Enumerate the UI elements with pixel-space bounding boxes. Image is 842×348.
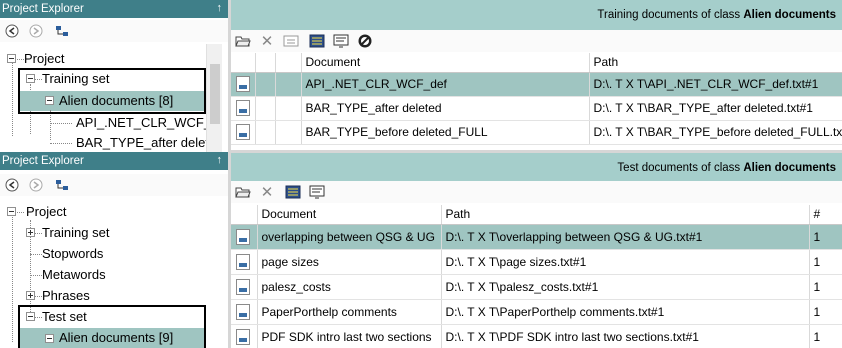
explorer-tree: Project Training set Alien documents [8]… [0,44,220,152]
document-icon [236,278,250,295]
document-path: D:\. T X T\page sizes.txt#1 [441,249,810,275]
delete-icon[interactable]: ✕ [259,33,275,50]
open-folder-icon[interactable] [235,33,251,49]
explorer-titlebar: Project Explorer ↑ [0,0,228,18]
explorer-titlebar: Project Explorer ↑ [0,152,228,170]
table-row[interactable]: PDF SDK intro last two sections D:\. T X… [231,324,842,348]
highlight-frame [18,68,206,114]
monitor-icon[interactable] [309,184,325,200]
document-name: overlapping between QSG & UG [257,224,442,250]
back-icon[interactable] [4,177,20,193]
document-count: 1 [809,324,842,348]
document-path: D:\. T X T\BAR_TYPE_before deleted_FULL.… [589,120,842,145]
grid-view-icon[interactable] [309,33,325,49]
documents-toolbar: ✕ [231,181,842,203]
document-name: PaperPorthelp comments [257,299,442,325]
column-header-document[interactable]: Document [257,205,442,225]
document-name: BAR_TYPE_after deleted [301,96,590,121]
test-documents-table: Document Path # overlapping between QSG … [231,205,842,348]
document-icon [236,303,250,320]
forward-icon[interactable] [28,177,44,193]
scrollbar-thumb[interactable] [210,64,220,124]
document-path: D:\. T X T\BAR_TYPE_after deleted.txt#1 [589,96,842,121]
class-name: Alien documents [743,162,836,174]
document-count: 1 [809,274,842,300]
explorer-title: Project Explorer [2,3,84,15]
pin-icon[interactable]: ↑ [217,0,223,17]
column-header-path[interactable]: Path [441,205,810,225]
documents-toolbar: ✕ [231,30,842,52]
disable-icon[interactable] [357,33,373,49]
document-path: D:\. T X T\PDF SDK intro last two sectio… [441,324,810,348]
panel-banner: Training documents of class Alien docume… [231,0,842,30]
tree-item-project[interactable]: Project [26,202,66,222]
explorer-title: Project Explorer [2,155,84,167]
panel-banner: Test documents of class Alien documents [231,153,842,183]
delete-icon[interactable]: ✕ [259,184,275,201]
document-path: D:\. T X T\PaperPorthelp comments.txt#1 [441,299,810,325]
document-path: D:\. T X T\overlapping between QSG & UG.… [441,224,810,250]
sync-tree-icon[interactable] [54,23,70,39]
table-row[interactable]: page sizes D:\. T X T\page sizes.txt#1 1 [231,249,842,275]
explorer-toolbar [0,20,228,42]
document-name: page sizes [257,249,442,275]
back-icon[interactable] [4,23,20,39]
top-project-explorer: Project Explorer ↑ Project Training set … [0,0,228,152]
column-header-path[interactable]: Path [589,53,842,73]
training-documents-panel: Training documents of class Alien docume… [231,0,842,152]
import-icon[interactable] [283,33,299,49]
column-header-document[interactable]: Document [301,53,590,73]
document-icon [236,328,250,345]
column-header-count[interactable]: # [809,205,842,225]
open-folder-icon[interactable] [235,184,251,200]
document-icon [236,253,250,270]
table-row[interactable]: BAR_TYPE_before deleted_FULL D:\. T X T\… [231,120,842,145]
pin-icon[interactable]: ↑ [217,152,223,169]
document-icon [236,100,250,116]
tree-item-project[interactable]: Project [24,49,64,69]
document-count: 1 [809,224,842,250]
tree-item-document[interactable]: API_.NET_CLR_WCF_ [76,113,211,133]
tree-item-phrases[interactable]: Phrases [42,286,90,306]
explorer-toolbar [0,174,228,196]
document-path: D:\. T X T\API_.NET_CLR_WCF_def.txt#1 [589,72,842,97]
bottom-project-explorer: Project Explorer ↑ Project Training set … [0,152,228,348]
table-row[interactable]: API_.NET_CLR_WCF_def D:\. T X T\API_.NET… [231,72,842,97]
document-name: API_.NET_CLR_WCF_def [301,72,590,97]
table-row[interactable]: BAR_TYPE_after deleted D:\. T X T\BAR_TY… [231,96,842,121]
monitor-icon[interactable] [333,33,349,49]
table-row[interactable]: palesz_costs D:\. T X T\palesz_costs.txt… [231,274,842,300]
tree-item-metawords[interactable]: Metawords [42,265,106,285]
document-icon [236,124,250,140]
class-name: Alien documents [743,9,836,21]
document-icon [236,76,250,92]
explorer-tree: Project Training set Stopwords Metawords… [0,200,228,348]
document-count: 1 [809,299,842,325]
tree-scrollbar[interactable] [206,44,222,152]
document-count: 1 [809,249,842,275]
test-documents-panel: Test documents of class Alien documents … [231,153,842,348]
tree-item-stopwords[interactable]: Stopwords [42,244,103,264]
document-name: palesz_costs [257,274,442,300]
document-name: BAR_TYPE_before deleted_FULL [301,120,590,145]
tree-item-document[interactable]: BAR_TYPE_after delet [76,133,209,152]
sync-tree-icon[interactable] [54,177,70,193]
training-documents-table: Document Path API_.NET_CLR_WCF_def D:\. … [231,53,842,145]
forward-icon[interactable] [28,23,44,39]
tree-item-training-set[interactable]: Training set [42,223,109,243]
grid-view-icon[interactable] [285,184,301,200]
table-row[interactable]: PaperPorthelp comments D:\. T X T\PaperP… [231,299,842,325]
table-row[interactable]: overlapping between QSG & UG D:\. T X T\… [231,224,842,250]
document-icon [236,228,250,245]
document-path: D:\. T X T\palesz_costs.txt#1 [441,274,810,300]
highlight-frame [18,305,206,348]
document-name: PDF SDK intro last two sections [257,324,442,348]
